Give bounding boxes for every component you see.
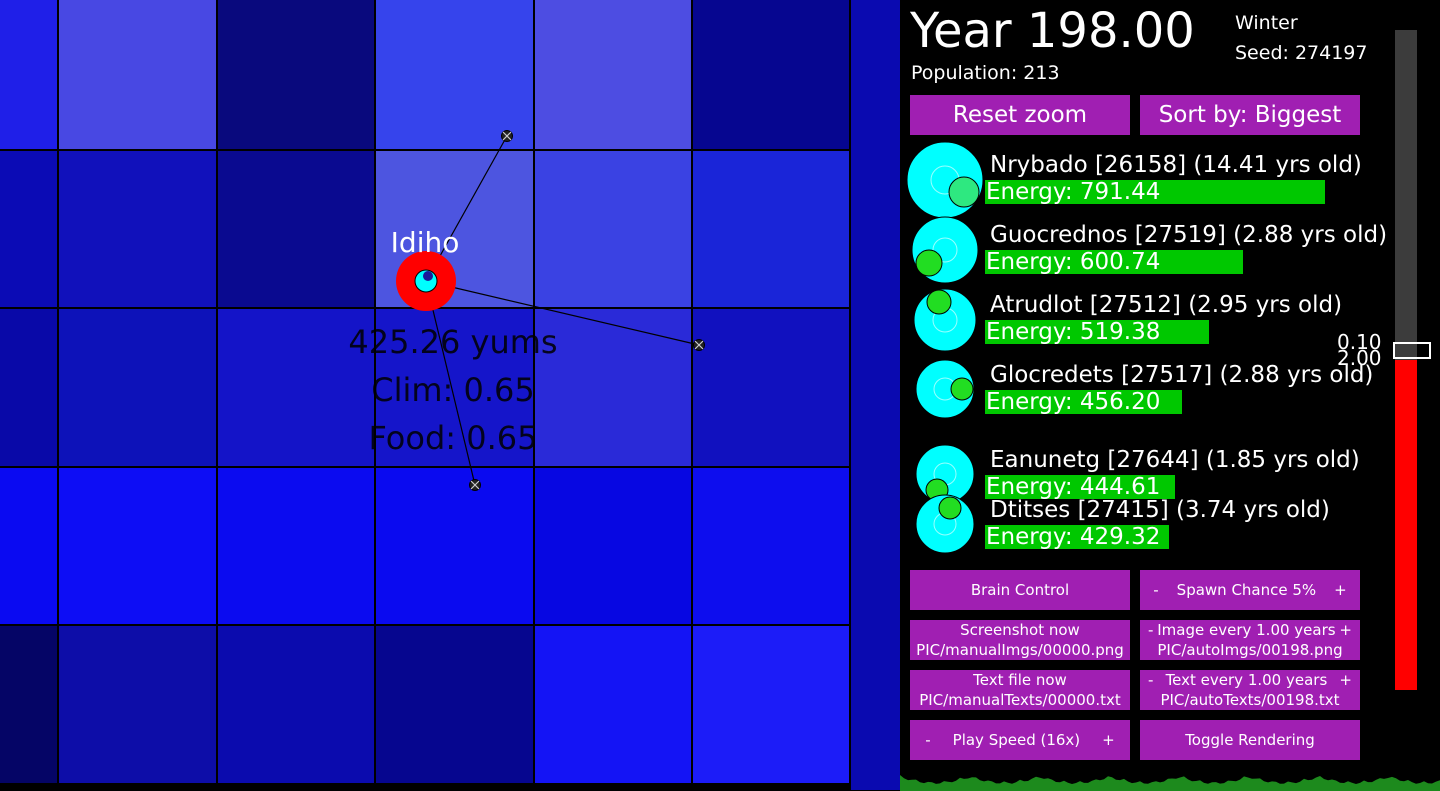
creature-name: Guocrednos [27519] (2.88 yrs old) bbox=[990, 222, 1388, 248]
auto-image-path: PIC/autoImgs/00198.png bbox=[1157, 641, 1343, 659]
creature-icon bbox=[911, 216, 979, 284]
creature-energy-label: 425.26 yums bbox=[348, 323, 558, 361]
world-view[interactable]: Idiho 425.26 yums Clim: 0.65 Food: 0.65 bbox=[0, 0, 900, 791]
climate-label: Clim: 0.65 bbox=[371, 371, 535, 409]
spawn-chance-control: - Spawn Chance 5% + bbox=[1140, 570, 1360, 610]
creature-energy: Energy: 600.74 bbox=[986, 249, 1161, 275]
screenshot-now-button[interactable]: Screenshot now PIC/manualImgs/00000.png bbox=[910, 620, 1130, 660]
leaderboard-entry[interactable]: Dtitses [27415] (3.74 yrs old) Energy: 4… bbox=[900, 493, 1400, 554]
toggle-rendering-button[interactable]: Toggle Rendering bbox=[1140, 720, 1360, 760]
creature-name-label: Idiho bbox=[390, 226, 460, 259]
creature-energy: Energy: 791.44 bbox=[986, 179, 1161, 205]
leaderboard-entry[interactable]: Nrybado [26158] (14.41 yrs old) Energy: … bbox=[900, 140, 1400, 219]
creature-energy: Energy: 429.32 bbox=[986, 524, 1161, 550]
image-minus-button[interactable]: - bbox=[1148, 620, 1153, 640]
brain-control-button[interactable]: Brain Control bbox=[910, 570, 1130, 610]
text-interval-control: - Text every 1.00 years + PIC/autoTexts/… bbox=[1140, 670, 1360, 710]
reset-zoom-button[interactable]: Reset zoom bbox=[910, 95, 1130, 135]
zoom-slider[interactable] bbox=[1395, 30, 1417, 690]
screenshot-now-label: Screenshot now bbox=[960, 621, 1080, 639]
play-speed-control: - Play Speed (16x) + bbox=[910, 720, 1130, 760]
creature-name: Glocredets [27517] (2.88 yrs old) bbox=[990, 362, 1374, 388]
leaderboard-entry[interactable]: Guocrednos [27519] (2.88 yrs old) Energy… bbox=[900, 215, 1400, 284]
image-interval-label: Image every 1.00 years bbox=[1157, 621, 1336, 639]
speed-plus-button[interactable]: + bbox=[1102, 730, 1115, 750]
text-file-now-button[interactable]: Text file now PIC/manualTexts/00000.txt bbox=[910, 670, 1130, 710]
leaderboard-entry[interactable]: Glocredets [27517] (2.88 yrs old) Energy… bbox=[900, 358, 1400, 419]
creature-name: Dtitses [27415] (3.74 yrs old) bbox=[990, 497, 1330, 523]
population-graph bbox=[900, 775, 1440, 791]
creature-icon bbox=[906, 141, 984, 219]
slider-fill bbox=[1395, 360, 1417, 690]
creature-icon bbox=[915, 359, 975, 419]
creature-name: Eanunetg [27644] (1.85 yrs old) bbox=[990, 447, 1360, 473]
spawn-chance-label: Spawn Chance 5% bbox=[1176, 581, 1317, 599]
seed-display: Seed: 274197 bbox=[1235, 42, 1368, 64]
creature-name: Atrudlot [27512] (2.95 yrs old) bbox=[990, 292, 1343, 318]
slider-handle[interactable] bbox=[1393, 342, 1431, 359]
creature-icon bbox=[913, 288, 977, 352]
slider-value-bottom: 2.00 bbox=[1337, 346, 1382, 370]
population-graph-area bbox=[900, 775, 1440, 791]
year-display: Year 198.00 bbox=[910, 3, 1195, 59]
side-panel: Year 198.00 Population: 213 Winter Seed:… bbox=[900, 0, 1440, 791]
spawn-plus-button[interactable]: + bbox=[1334, 580, 1347, 600]
text-file-now-label: Text file now bbox=[973, 671, 1067, 689]
season-display: Winter bbox=[1235, 12, 1298, 34]
creature-icon bbox=[915, 494, 975, 554]
sensor-icon bbox=[501, 130, 513, 142]
screenshot-path: PIC/manualImgs/00000.png bbox=[916, 641, 1124, 659]
auto-text-path: PIC/autoTexts/00198.txt bbox=[1160, 691, 1340, 709]
sensor-icon bbox=[693, 339, 705, 351]
sensor-icon bbox=[469, 479, 481, 491]
leaderboard-entry[interactable]: Atrudlot [27512] (2.95 yrs old) Energy: … bbox=[900, 287, 1400, 352]
selected-creature-body bbox=[396, 251, 456, 311]
food-label: Food: 0.65 bbox=[368, 419, 538, 457]
creature-energy: Energy: 456.20 bbox=[986, 389, 1161, 415]
speed-minus-button[interactable]: - bbox=[925, 730, 930, 750]
play-speed-label: Play Speed (16x) bbox=[952, 731, 1081, 749]
text-plus-button[interactable]: + bbox=[1339, 670, 1352, 690]
population-display: Population: 213 bbox=[911, 62, 1060, 84]
text-interval-label: Text every 1.00 years bbox=[1165, 671, 1328, 689]
creature-name: Nrybado [26158] (14.41 yrs old) bbox=[990, 152, 1362, 178]
sort-by-button[interactable]: Sort by: Biggest bbox=[1140, 95, 1360, 135]
creature-energy: Energy: 519.38 bbox=[986, 319, 1161, 345]
image-interval-control: - Image every 1.00 years + PIC/autoImgs/… bbox=[1140, 620, 1360, 660]
image-plus-button[interactable]: + bbox=[1339, 620, 1352, 640]
spawn-minus-button[interactable]: - bbox=[1153, 580, 1158, 600]
text-minus-button[interactable]: - bbox=[1148, 670, 1153, 690]
text-file-path: PIC/manualTexts/00000.txt bbox=[919, 691, 1121, 709]
